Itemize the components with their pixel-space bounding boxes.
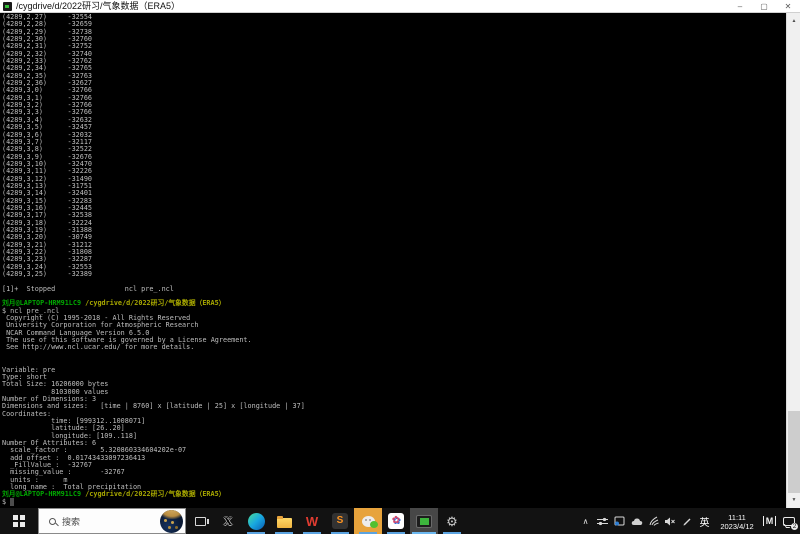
taskbar-clock[interactable]: 11:11 2023/4/12 xyxy=(713,512,761,531)
tray-window-app[interactable] xyxy=(611,508,628,534)
taskbar-item-wechat[interactable] xyxy=(354,508,382,534)
tray-pen[interactable] xyxy=(679,508,696,534)
tray-cloud-app[interactable] xyxy=(628,508,645,534)
window-controls: – ▢ ✕ xyxy=(728,0,800,13)
system-tray: ∧ 英 11:11 2023/4/12 xyxy=(577,508,800,534)
tray-signal[interactable] xyxy=(645,508,662,534)
sliders-icon xyxy=(597,517,608,526)
folder-icon xyxy=(277,518,292,528)
taskbar-item-knot-app[interactable]: ✿ xyxy=(382,508,410,534)
close-icon: ✕ xyxy=(785,2,792,11)
scrollbar-thumb[interactable] xyxy=(788,411,800,493)
touch-keyboard-icon: M xyxy=(763,516,777,526)
xshell-icon: S xyxy=(332,513,348,529)
notification-count-badge: 2 xyxy=(791,523,798,530)
taskbar-item-task-view[interactable] xyxy=(186,508,214,534)
terminal[interactable]: (4289,2,27) -32554(4289,2,28) -32659(428… xyxy=(0,13,800,508)
x-server-icon: X xyxy=(224,515,233,527)
terminal-output: (4289,2,27) -32554(4289,2,28) -32659(428… xyxy=(2,14,784,506)
wechat-icon xyxy=(362,516,375,527)
task-view-icon xyxy=(195,517,206,526)
maximize-icon: ▢ xyxy=(760,2,768,11)
scroll-up-arrow-icon[interactable]: ▲ xyxy=(787,15,800,27)
screen: /cygdrive/d/2022研习/气象数据（ERA5） – ▢ ✕ (428… xyxy=(0,0,800,534)
window-title: /cygdrive/d/2022研习/气象数据（ERA5） xyxy=(16,0,180,13)
cloud-icon xyxy=(631,517,643,526)
start-button[interactable] xyxy=(0,508,38,534)
minimize-icon: – xyxy=(738,2,742,11)
minimize-button[interactable]: – xyxy=(728,0,752,13)
knot-app-icon: ✿ xyxy=(388,513,404,529)
clock-time: 11:11 xyxy=(713,513,761,522)
tray-sliders[interactable] xyxy=(594,508,611,534)
scrollbar[interactable]: ▲ ▼ xyxy=(786,13,800,508)
terminal-icon xyxy=(416,515,432,528)
title-bar: /cygdrive/d/2022研习/气象数据（ERA5） – ▢ ✕ xyxy=(0,0,800,13)
taskbar-item-file-explorer[interactable] xyxy=(270,508,298,534)
settings-gear-icon: ⚙ xyxy=(446,515,458,528)
taskbar: 搜索 X W S ✿ ⚙ ∧ xyxy=(0,508,800,534)
pen-icon xyxy=(683,517,692,526)
tray-volume[interactable] xyxy=(662,508,679,534)
volume-muted-icon xyxy=(665,517,676,526)
clock-date: 2023/4/12 xyxy=(713,522,761,531)
signal-fan-icon xyxy=(649,516,659,526)
taskbar-item-settings[interactable]: ⚙ xyxy=(438,508,466,534)
maximize-button[interactable]: ▢ xyxy=(752,0,776,13)
mintty-app-icon xyxy=(3,2,12,11)
wps-icon: W xyxy=(306,515,318,528)
search-box[interactable]: 搜索 xyxy=(38,508,186,534)
touch-keyboard[interactable]: M xyxy=(761,508,778,534)
hidden-icons-chevron[interactable]: ∧ xyxy=(577,508,594,534)
window-blue-dot-icon xyxy=(614,516,625,526)
notification-center[interactable]: 2 xyxy=(778,508,800,534)
search-icon xyxy=(49,518,56,525)
search-placeholder: 搜索 xyxy=(62,515,80,528)
taskbar-item-edge[interactable] xyxy=(242,508,270,534)
ime-language-label: 英 xyxy=(700,514,710,529)
taskbar-item-terminal[interactable] xyxy=(410,508,438,534)
edge-icon xyxy=(248,513,265,530)
close-button[interactable]: ✕ xyxy=(776,0,800,13)
scroll-down-arrow-icon[interactable]: ▼ xyxy=(787,494,800,506)
chevron-up-icon: ∧ xyxy=(583,517,589,526)
windows-logo-icon xyxy=(13,515,25,527)
taskbar-item-xshell[interactable]: S xyxy=(326,508,354,534)
taskbar-item-wps[interactable]: W xyxy=(298,508,326,534)
ime-indicator[interactable]: 英 xyxy=(696,508,713,534)
search-highlight-globe-icon[interactable] xyxy=(160,510,183,533)
taskbar-item-xserver[interactable]: X xyxy=(214,508,242,534)
